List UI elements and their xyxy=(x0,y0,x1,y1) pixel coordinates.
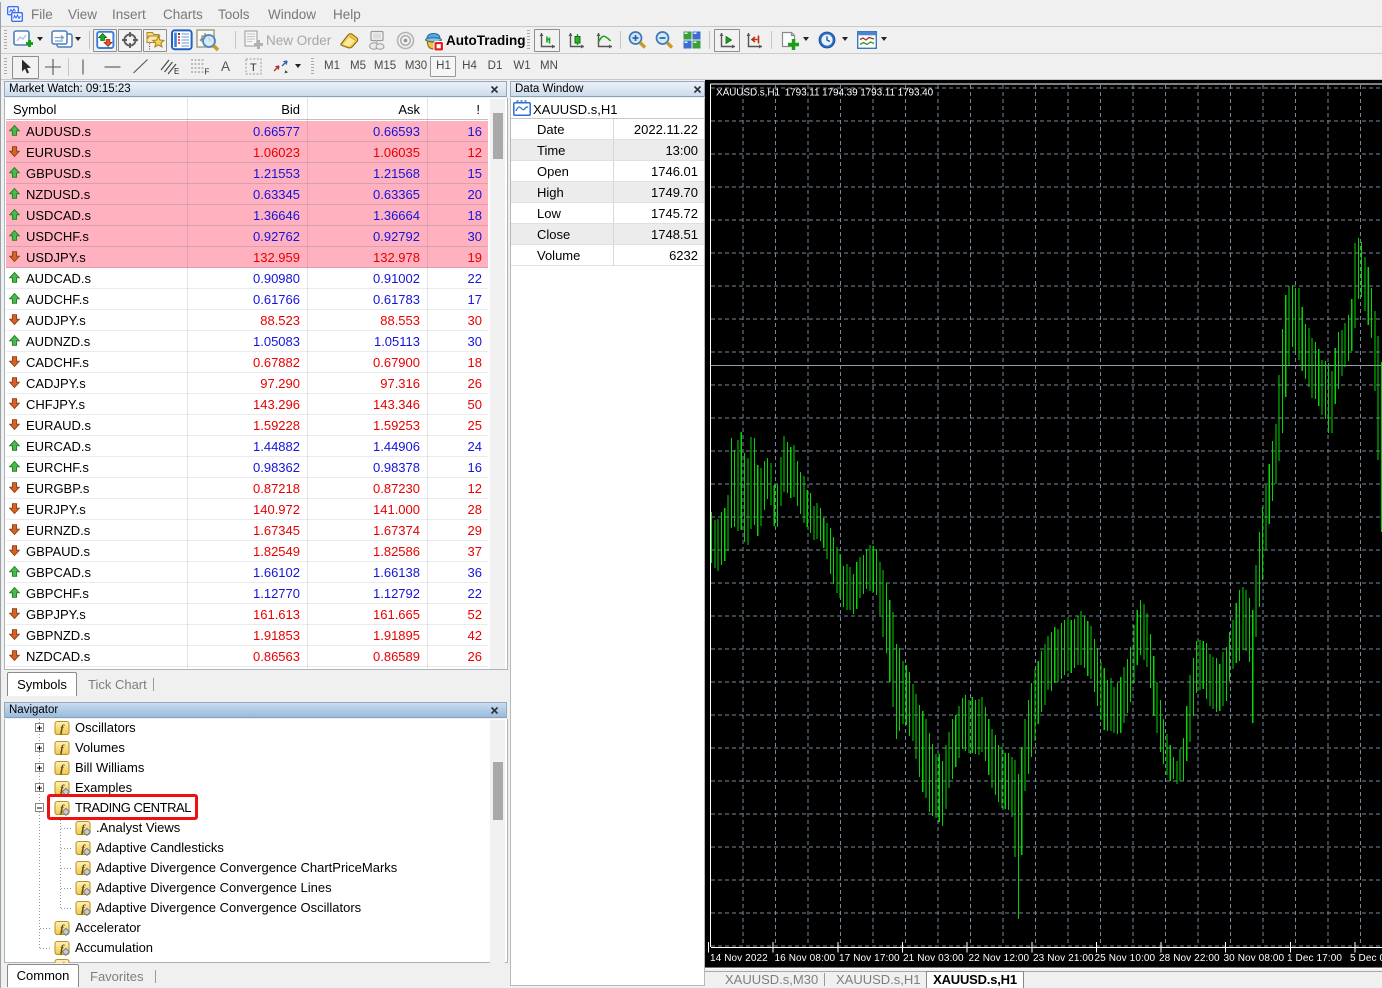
svg-text:25 Nov 10:00: 25 Nov 10:00 xyxy=(1095,953,1156,964)
svg-text:14 Nov 2022: 14 Nov 2022 xyxy=(710,953,768,964)
svg-text:30 Nov 08:00: 30 Nov 08:00 xyxy=(1224,953,1285,964)
svg-text:16 Nov 08:00: 16 Nov 08:00 xyxy=(775,953,836,964)
svg-text:17 Nov 17:00: 17 Nov 17:00 xyxy=(839,953,900,964)
svg-text:5 Dec 0: 5 Dec 0 xyxy=(1350,953,1382,964)
svg-text:1 Dec 17:00: 1 Dec 17:00 xyxy=(1287,953,1342,964)
svg-text:T: T xyxy=(250,62,257,74)
svg-text:XAUUSD.s,H1 1793.11 1794.39 1: XAUUSD.s,H1 1793.11 1794.39 1793.11 1793… xyxy=(716,88,934,99)
svg-text:23 Nov 21:00: 23 Nov 21:00 xyxy=(1033,953,1094,964)
svg-text:E: E xyxy=(174,67,179,75)
svg-text:21 Nov 03:00: 21 Nov 03:00 xyxy=(903,953,964,964)
svg-text:28 Nov 22:00: 28 Nov 22:00 xyxy=(1159,953,1220,964)
svg-text:F: F xyxy=(205,68,210,76)
svg-text:22 Nov 12:00: 22 Nov 12:00 xyxy=(969,953,1030,964)
